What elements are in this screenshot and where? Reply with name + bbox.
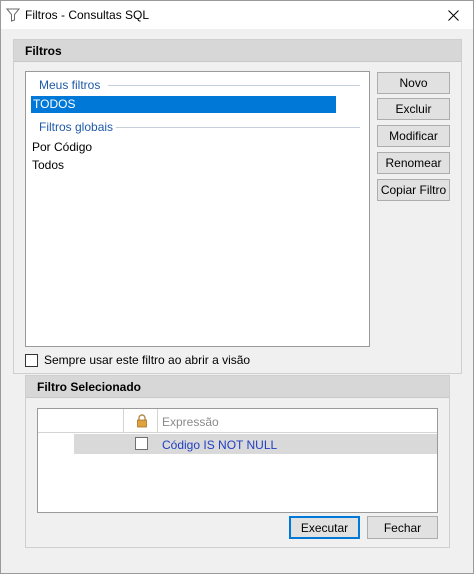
filter-dialog: Filtros - Consultas SQL Filtros Meus fil… xyxy=(0,0,474,574)
always-use-filter-label: Sempre usar este filtro ao abrir a visão xyxy=(44,353,251,367)
rename-filter-button[interactable]: Renomear xyxy=(377,152,450,174)
filters-listbox[interactable]: Meus filtros TODOS Filtros globais Por C… xyxy=(25,71,370,347)
my-filters-title: Meus filtros xyxy=(39,78,101,92)
title-bar: Filtros - Consultas SQL xyxy=(1,1,473,29)
my-filters-divider xyxy=(108,85,360,86)
always-use-filter-checkbox[interactable] xyxy=(25,354,38,367)
column-expression: Expressão xyxy=(162,415,219,429)
lock-checkbox[interactable] xyxy=(135,437,148,450)
global-filters-divider xyxy=(116,127,360,128)
list-item[interactable]: Por Código xyxy=(32,140,92,154)
expression-grid[interactable]: Expressão Código IS NOT NULL xyxy=(37,408,438,513)
copy-filter-button[interactable]: Copiar Filtro xyxy=(377,179,450,201)
selected-filter-header: Filtro Selecionado xyxy=(26,376,449,398)
funnel-icon xyxy=(6,8,20,22)
lock-icon xyxy=(137,414,147,428)
delete-filter-button[interactable]: Excluir xyxy=(377,98,450,120)
close-icon xyxy=(447,9,459,21)
close-button[interactable] xyxy=(433,1,473,29)
expression-cell[interactable]: Código IS NOT NULL xyxy=(162,438,277,452)
modify-filter-button[interactable]: Modificar xyxy=(377,125,450,147)
list-item[interactable]: TODOS xyxy=(31,96,336,113)
execute-button[interactable]: Executar xyxy=(289,516,360,539)
window-title: Filtros - Consultas SQL xyxy=(25,8,150,22)
table-row[interactable]: Código IS NOT NULL xyxy=(74,434,437,454)
close-dialog-button[interactable]: Fechar xyxy=(367,516,438,539)
grid-header: Expressão xyxy=(38,409,437,433)
filters-group-header: Filtros xyxy=(14,40,461,62)
list-item[interactable]: Todos xyxy=(32,158,64,172)
global-filters-title: Filtros globais xyxy=(39,120,114,134)
new-filter-button[interactable]: Novo xyxy=(377,72,450,94)
